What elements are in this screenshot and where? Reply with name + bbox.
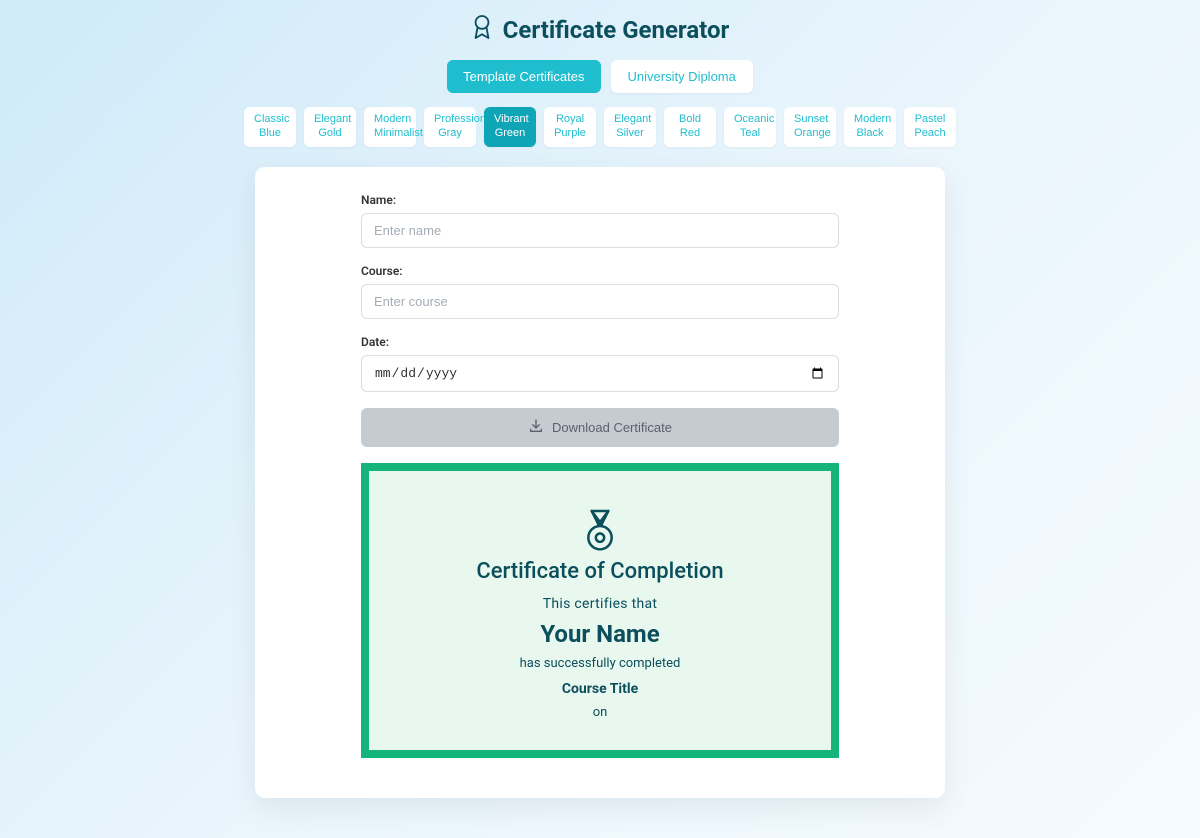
template-chip-modern-minimalist[interactable]: ModernMinimalist: [364, 107, 416, 147]
template-chip-elegant-silver[interactable]: ElegantSilver: [604, 107, 656, 147]
medal-icon: [389, 509, 811, 553]
completed-text: has successfully completed: [389, 656, 811, 671]
template-chip-classic-blue[interactable]: ClassicBlue: [244, 107, 296, 147]
certificate-heading: Certificate of Completion: [389, 559, 811, 584]
name-input[interactable]: [361, 213, 839, 248]
download-certificate-button[interactable]: Download Certificate: [361, 408, 839, 447]
course-title-text: Course Title: [389, 681, 811, 697]
name-field-group: Name:: [361, 193, 839, 248]
date-label: Date:: [361, 335, 839, 349]
download-button-label: Download Certificate: [552, 420, 672, 435]
form-card: Name: Course: Date: Download Certificate: [255, 167, 945, 798]
ribbon-icon: [471, 14, 493, 46]
page-title-text: Certificate Generator: [503, 16, 730, 44]
download-icon: [528, 418, 544, 437]
template-chip-elegant-gold[interactable]: ElegantGold: [304, 107, 356, 147]
template-chip-pastel-peach[interactable]: PastelPeach: [904, 107, 956, 147]
certificate-form: Name: Course: Date: Download Certificate: [361, 193, 839, 447]
template-chip-modern-black[interactable]: ModernBlack: [844, 107, 896, 147]
template-chip-sunset-orange[interactable]: SunsetOrange: [784, 107, 836, 147]
on-text: on: [389, 705, 811, 720]
template-chip-professional-gray[interactable]: ProfessionalGray: [424, 107, 476, 147]
name-label: Name:: [361, 193, 839, 207]
template-chip-royal-purple[interactable]: RoyalPurple: [544, 107, 596, 147]
course-label: Course:: [361, 264, 839, 278]
tab-template-certificates[interactable]: Template Certificates: [447, 60, 600, 93]
course-input[interactable]: [361, 284, 839, 319]
date-field-group: Date:: [361, 335, 839, 392]
template-chip-bold-red[interactable]: BoldRed: [664, 107, 716, 147]
template-chip-oceanic-teal[interactable]: OceanicTeal: [724, 107, 776, 147]
template-chip-vibrant-green[interactable]: VibrantGreen: [484, 107, 536, 147]
certificate-preview: Certificate of Completion This certifies…: [361, 463, 839, 758]
page-title: Certificate Generator: [20, 14, 1180, 46]
course-field-group: Course:: [361, 264, 839, 319]
template-chip-row: ClassicBlueElegantGoldModernMinimalistPr…: [130, 107, 1070, 147]
tab-university-diploma[interactable]: University Diploma: [611, 60, 753, 93]
tabs: Template Certificates University Diploma: [20, 60, 1180, 93]
certifies-text: This certifies that: [389, 596, 811, 612]
recipient-name: Your Name: [389, 620, 811, 648]
date-input[interactable]: [361, 355, 839, 392]
